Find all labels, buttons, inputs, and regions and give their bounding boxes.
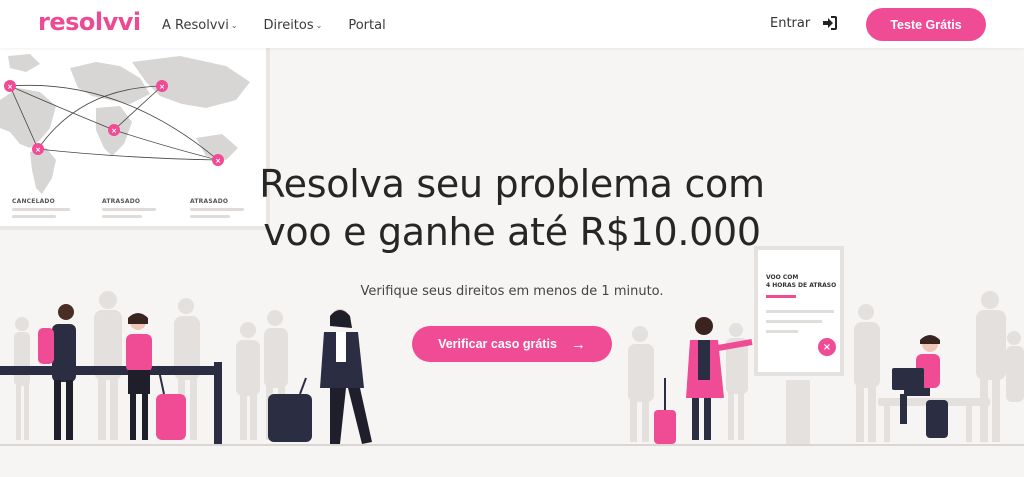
nav-direitos[interactable]: Direitos ⌄ bbox=[264, 18, 323, 33]
login-link[interactable]: Entrar bbox=[770, 15, 838, 31]
hero-title-line2: voo e ganhe até R$10.000 bbox=[263, 210, 761, 254]
verify-case-button[interactable]: Verificar caso grátis → bbox=[412, 326, 612, 362]
sign-line bbox=[766, 320, 822, 323]
top-navbar: resolvvi A Resolvvi ⌄ Direitos ⌄ Portal En… bbox=[0, 0, 1024, 48]
main-nav: A Resolvvi ⌄ Direitos ⌄ Portal bbox=[162, 18, 412, 33]
sign-accent-bar bbox=[766, 295, 796, 298]
arrow-right-icon: → bbox=[570, 335, 586, 353]
nav-a-resolvvi[interactable]: A Resolvvi ⌄ bbox=[162, 18, 238, 33]
floor-line bbox=[0, 444, 1024, 446]
sign-text-line1: VOO COM bbox=[766, 274, 799, 281]
sign-line bbox=[766, 310, 834, 313]
sign-line bbox=[766, 330, 798, 333]
airport-people-illustration bbox=[0, 291, 1024, 446]
hero-title: Resolva seu problema com voo e ganhe até… bbox=[172, 160, 852, 256]
chevron-down-icon: ⌄ bbox=[315, 21, 323, 30]
nav-a-resolvvi-label: A Resolvvi bbox=[162, 18, 229, 33]
hero-subtitle: Verifique seus direitos em menos de 1 mi… bbox=[360, 284, 664, 299]
nav-portal[interactable]: Portal bbox=[348, 18, 385, 33]
hero-section: × × × × × CANCELADO ATRASADO ATRASADO VO… bbox=[0, 48, 1024, 477]
verify-case-button-label: Verificar caso grátis bbox=[438, 337, 557, 351]
close-icon: × bbox=[818, 338, 836, 356]
hero-title-line1: Resolva seu problema com bbox=[259, 162, 765, 206]
sign-text-line2: 4 HORAS DE ATRASO bbox=[766, 282, 837, 289]
sign-pole bbox=[786, 380, 810, 444]
nav-portal-label: Portal bbox=[348, 18, 386, 33]
free-trial-button[interactable]: Teste Grátis bbox=[866, 8, 986, 41]
nav-direitos-label: Direitos bbox=[263, 18, 314, 33]
login-label: Entrar bbox=[770, 15, 811, 31]
chevron-down-icon: ⌄ bbox=[230, 21, 238, 30]
resolvvi-logo[interactable]: resolvvi bbox=[38, 8, 141, 36]
delay-info-sign: VOO COM 4 HORAS DE ATRASO × bbox=[754, 246, 844, 376]
sign-text: VOO COM 4 HORAS DE ATRASO bbox=[766, 274, 846, 290]
sign-in-icon bbox=[823, 16, 838, 30]
